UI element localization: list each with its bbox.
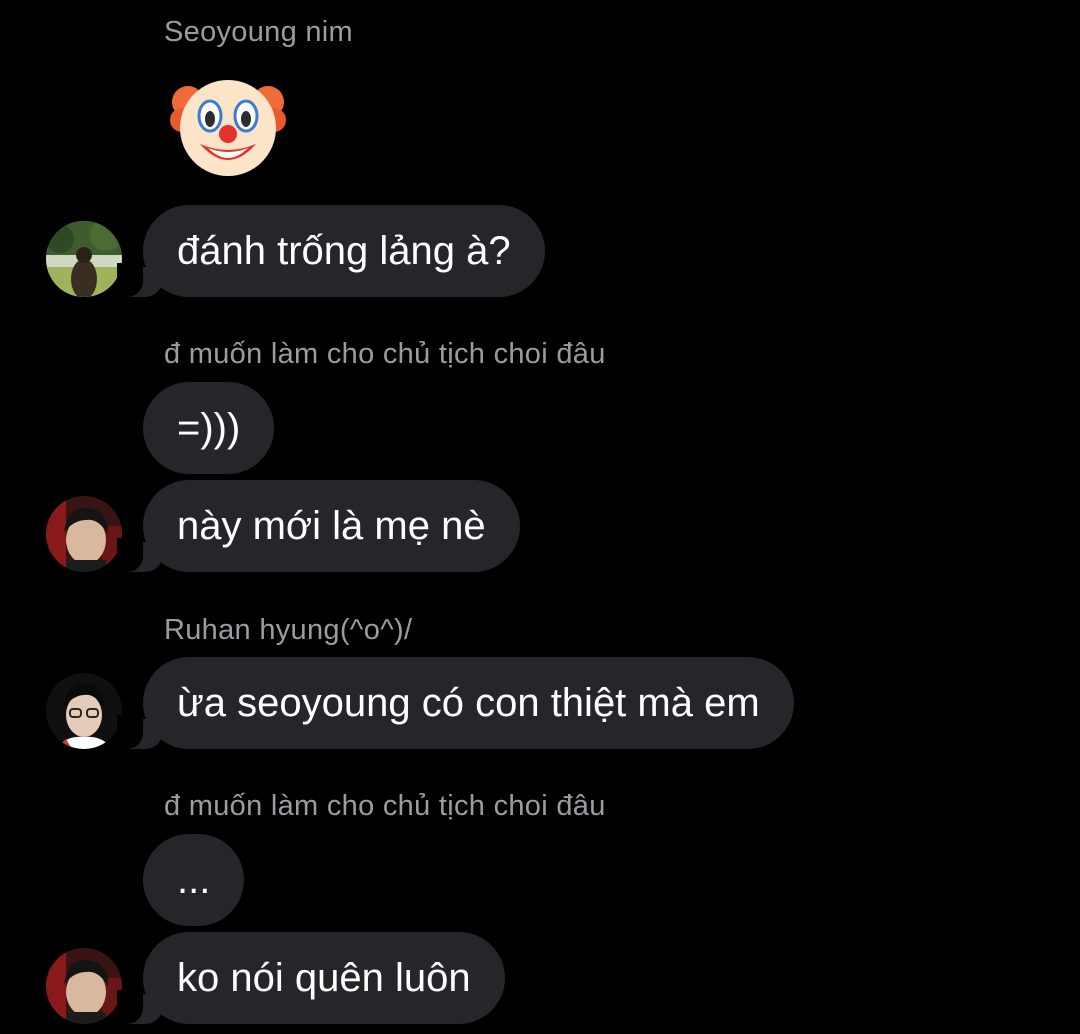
avatar-boy-selfie-icon[interactable] — [46, 948, 122, 1024]
message-bubble[interactable]: ko nói quên luôn — [117, 932, 505, 1024]
message-text: này mới là mẹ nè — [177, 503, 486, 548]
avatar-boy-selfie-icon[interactable] — [46, 496, 122, 572]
message-bubble[interactable]: đánh trống lảng à? — [117, 205, 545, 297]
sender-name: đ muốn làm cho chủ tịch choi đâu — [164, 790, 606, 822]
message-bubble[interactable]: ... — [143, 834, 245, 926]
sender-name: Seoyoung nim — [164, 16, 353, 48]
message-bubble[interactable]: =))) — [143, 382, 275, 474]
message-bubble[interactable]: ừa seoyoung có con thiệt mà em — [117, 657, 794, 749]
avatar-boy-glasses-icon[interactable] — [46, 673, 122, 749]
message-text: ừa seoyoung có con thiệt mà em — [177, 680, 760, 725]
message-text: đánh trống lảng à? — [177, 228, 511, 273]
sender-name: Ruhan hyung(^o^)/ — [164, 614, 413, 646]
message-text: =))) — [177, 405, 241, 450]
avatar-girl-in-field-icon[interactable] — [46, 221, 122, 297]
clown-face-emoji-icon[interactable] — [170, 72, 286, 182]
sender-name: đ muốn làm cho chủ tịch choi đâu — [164, 338, 606, 370]
message-text: ... — [177, 857, 211, 902]
message-text: ko nói quên luôn — [177, 955, 471, 1000]
message-bubble[interactable]: này mới là mẹ nè — [117, 480, 520, 572]
